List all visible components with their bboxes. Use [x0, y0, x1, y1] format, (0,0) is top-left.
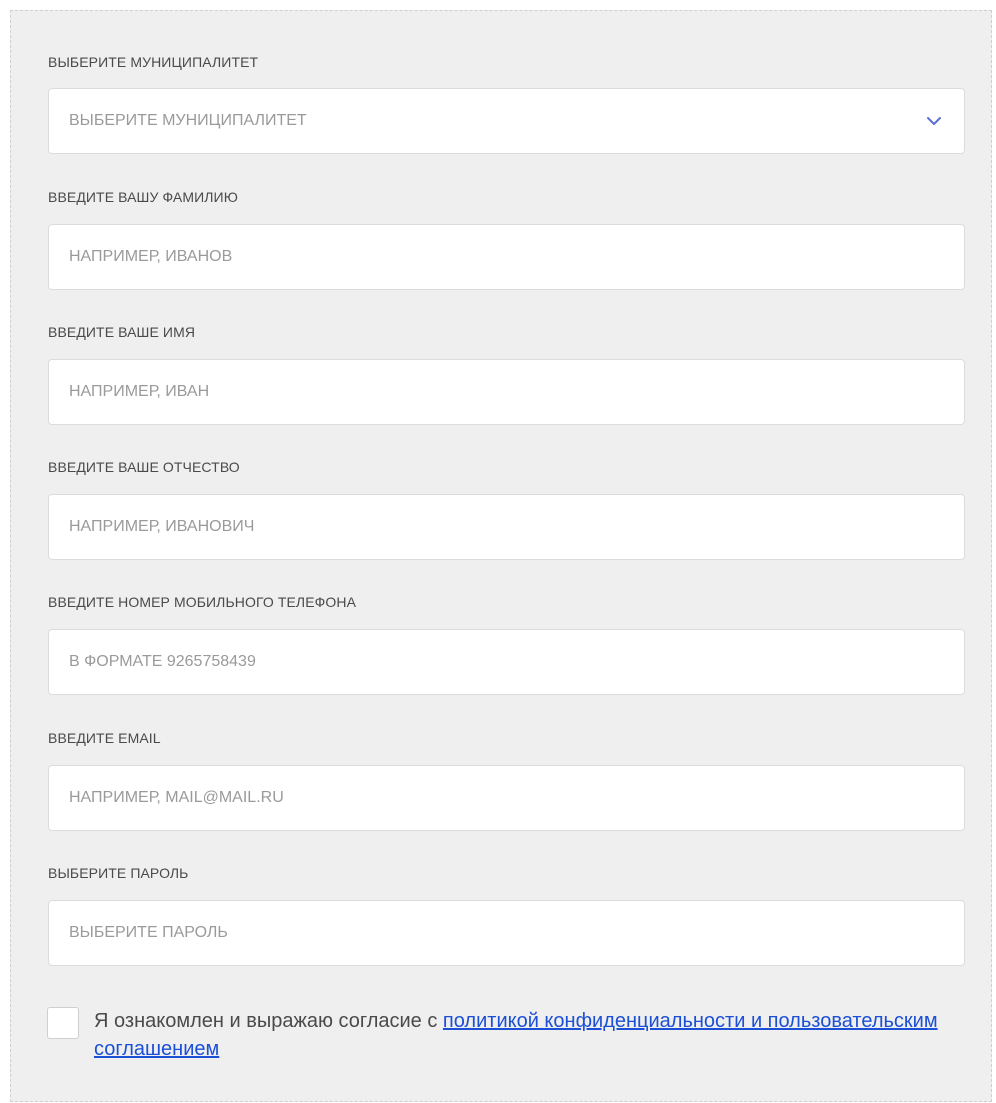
municipality-select[interactable]: ВЫБЕРИТЕ МУНИЦИПАЛИТЕТ	[48, 88, 965, 154]
middle-name-field-box	[48, 494, 965, 560]
municipality-selected-value: ВЫБЕРИТЕ МУНИЦИПАЛИТЕТ	[69, 112, 307, 129]
phone-label: ВВЕДИТЕ НОМЕР МОБИЛЬНОГО ТЕЛЕФОНА	[48, 594, 357, 610]
last-name-input[interactable]	[49, 225, 964, 289]
last-name-label: ВВЕДИТЕ ВАШУ ФАМИЛИЮ	[48, 189, 238, 205]
first-name-input[interactable]	[49, 360, 964, 424]
municipality-label: ВЫБЕРИТЕ МУНИЦИПАЛИТЕТ	[48, 54, 259, 70]
consent-text-prefix: Я ознакомлен и выражаю согласие с	[94, 1010, 443, 1032]
first-name-label: ВВЕДИТЕ ВАШЕ ИМЯ	[48, 324, 196, 340]
email-field-box	[48, 765, 965, 831]
consent-text: Я ознакомлен и выражаю согласие с полити…	[94, 1007, 954, 1063]
registration-form-panel: ВЫБЕРИТЕ МУНИЦИПАЛИТЕТ ВЫБЕРИТЕ МУНИЦИПА…	[10, 10, 992, 1102]
first-name-field-box	[48, 359, 965, 425]
email-input[interactable]	[49, 766, 964, 830]
chevron-down-icon	[927, 117, 941, 125]
middle-name-input[interactable]	[49, 495, 964, 559]
password-label: ВЫБЕРИТЕ ПАРОЛЬ	[48, 865, 189, 881]
middle-name-label: ВВЕДИТЕ ВАШЕ ОТЧЕСТВО	[48, 459, 240, 475]
password-field-box	[48, 900, 965, 966]
password-input[interactable]	[49, 901, 964, 965]
consent-row: Я ознакомлен и выражаю согласие с полити…	[47, 1007, 964, 1069]
consent-checkbox[interactable]	[47, 1007, 79, 1039]
phone-input[interactable]	[49, 630, 964, 694]
last-name-field-box	[48, 224, 965, 290]
phone-field-box	[48, 629, 965, 695]
email-label: ВВЕДИТЕ EMAIL	[48, 730, 161, 746]
